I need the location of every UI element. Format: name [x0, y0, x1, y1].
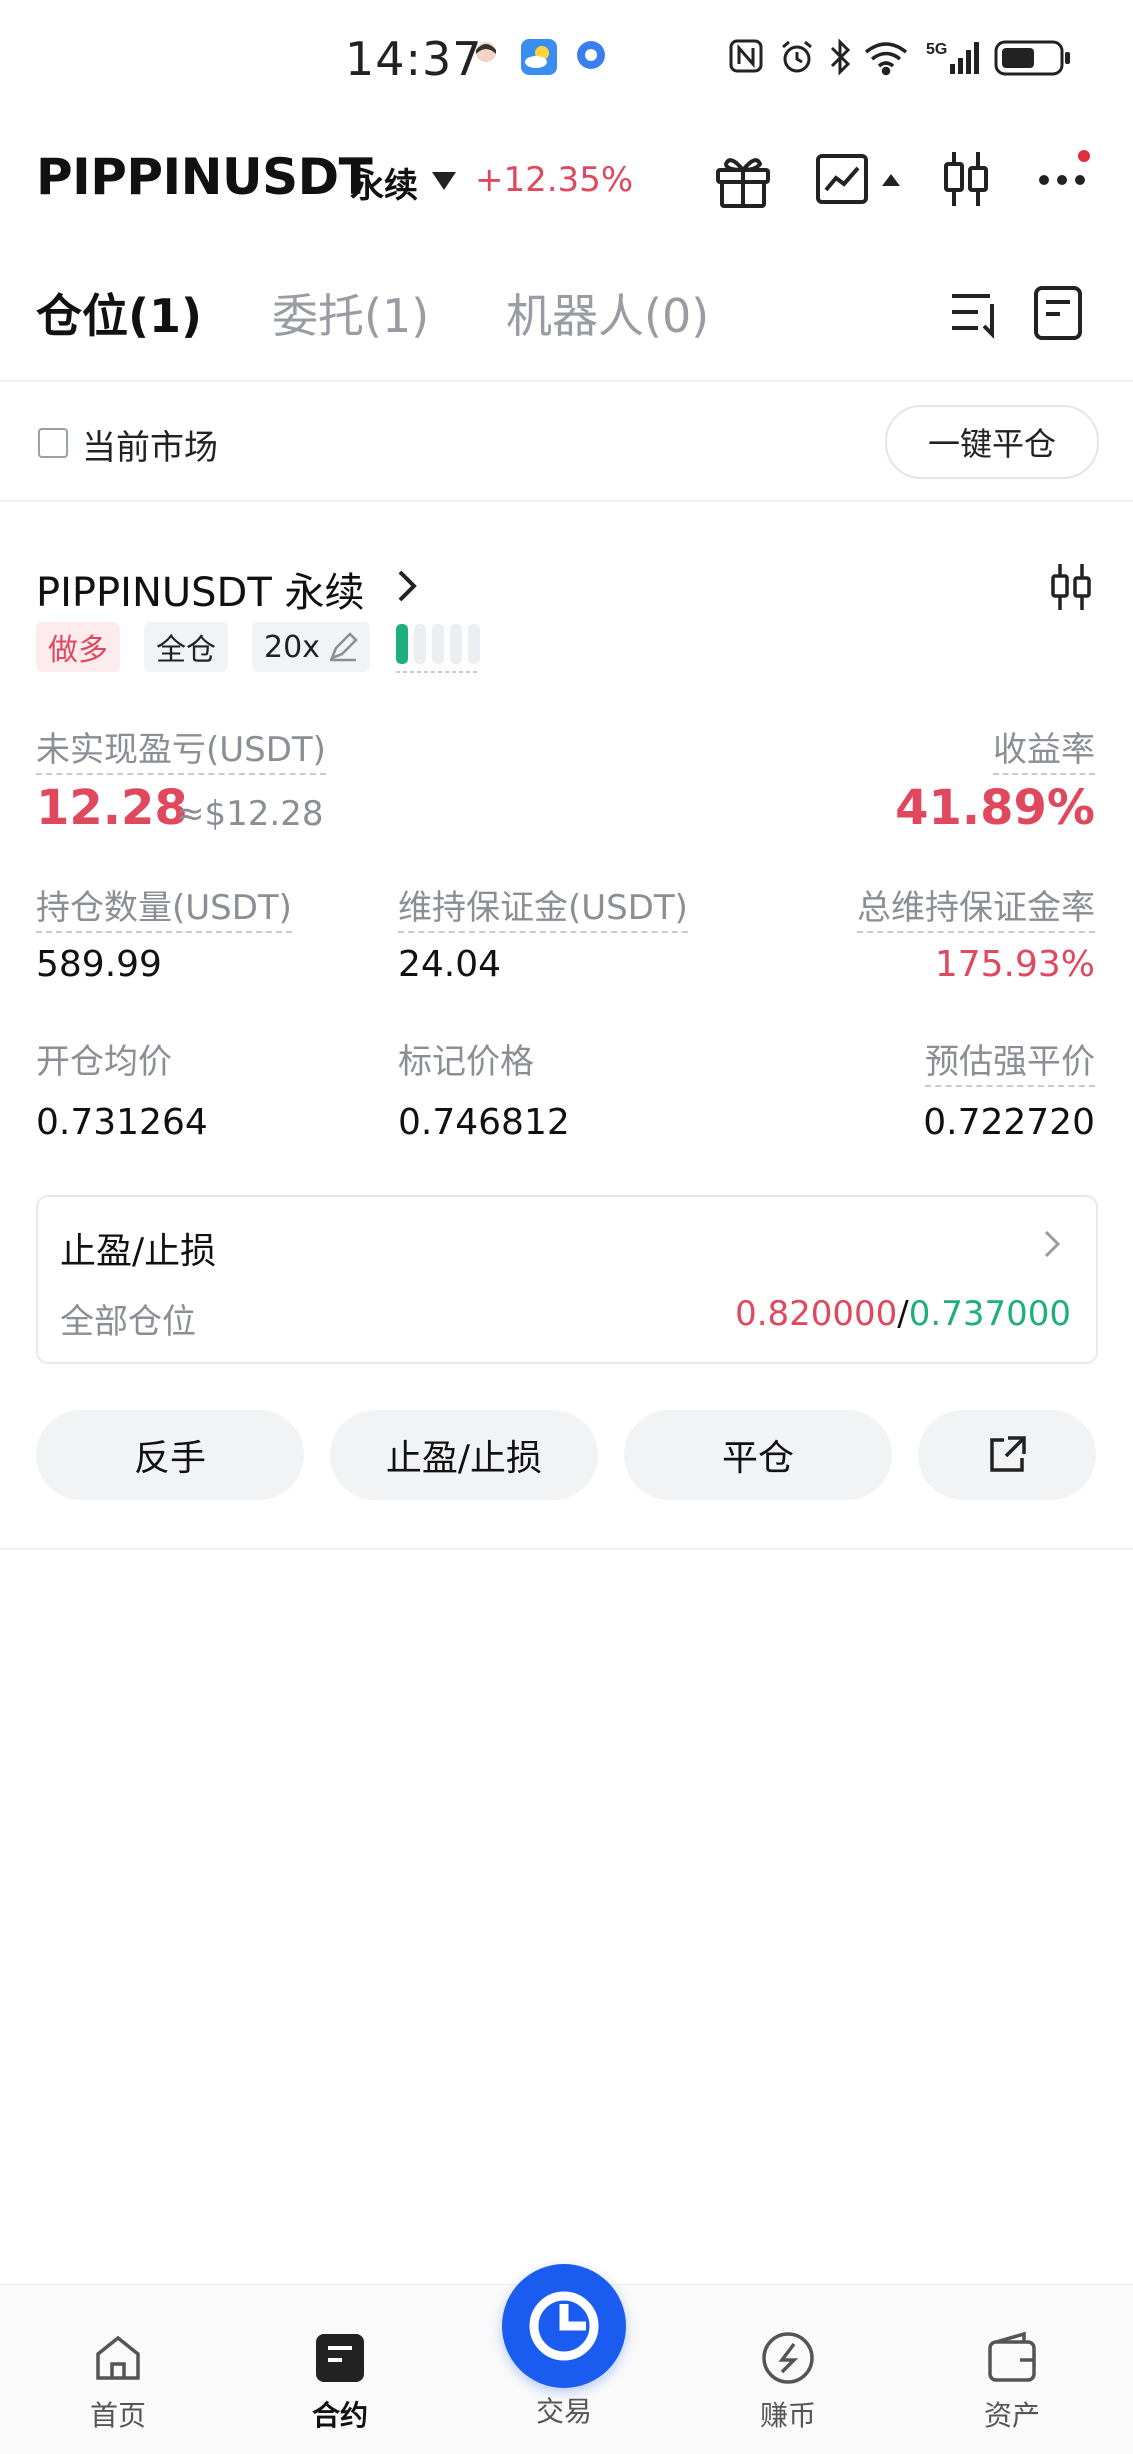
- nfc-icon: [728, 38, 764, 78]
- share-icon: [990, 1436, 1026, 1472]
- sort-icon[interactable]: [948, 288, 1004, 344]
- tab-bots[interactable]: 机器人(0): [506, 280, 709, 346]
- nav-home-label: 首页: [89, 2399, 146, 2432]
- tab-positions[interactable]: 仓位(1): [36, 280, 202, 346]
- close-all-button[interactable]: 一键平仓: [885, 405, 1099, 479]
- price-change: +12.35%: [475, 160, 634, 200]
- side-tag: 做多: [36, 622, 120, 672]
- take-profit-price: 0.820000: [735, 1294, 898, 1334]
- leverage-value: 20x: [264, 629, 320, 665]
- tpsl-chevron-icon[interactable]: [1042, 1228, 1062, 1264]
- unrealized-pnl-value: 12.28: [36, 780, 188, 836]
- tpsl-title: 止盈/止损: [60, 1231, 217, 1272]
- nav-futures-label: 合约: [311, 2399, 368, 2432]
- tpsl-button[interactable]: 止盈/止损: [330, 1410, 598, 1500]
- entry-price-label: 开仓均价: [36, 1042, 172, 1082]
- nav-earn[interactable]: 赚币: [718, 2330, 858, 2434]
- contract-type[interactable]: 永续: [350, 158, 418, 207]
- candlestick-icon[interactable]: [940, 148, 994, 214]
- home-icon: [96, 2335, 140, 2380]
- history-doc-icon[interactable]: [1032, 284, 1084, 346]
- nav-home[interactable]: 首页: [48, 2330, 188, 2434]
- current-market-checkbox[interactable]: [38, 428, 68, 458]
- tab-orders[interactable]: 委托(1): [272, 280, 429, 346]
- futures-icon: [316, 2334, 364, 2382]
- signal-5g-icon: 5G: [924, 38, 984, 80]
- liq-price-label: 预估强平价: [925, 1034, 1095, 1087]
- wallet-icon: [988, 2331, 1036, 2382]
- nav-earn-label: 赚币: [759, 2399, 816, 2432]
- size-label: 持仓数量(USDT): [36, 880, 292, 933]
- more-menu-icon[interactable]: [1036, 150, 1096, 208]
- trade-icon: [529, 2291, 599, 2361]
- bluetooth-icon: [828, 38, 852, 80]
- trade-button[interactable]: [502, 2264, 626, 2388]
- weather-icon: [520, 38, 558, 80]
- nav-futures[interactable]: 合约: [270, 2330, 410, 2434]
- tpsl-separator: /: [897, 1294, 909, 1334]
- chart-icon[interactable]: [814, 152, 872, 212]
- battery-icon: [994, 38, 1074, 80]
- tpsl-values: 0.820000/0.737000: [735, 1294, 1071, 1334]
- mark-price-label: 标记价格: [398, 1042, 534, 1082]
- alarm-icon: [778, 38, 816, 80]
- unrealized-pnl-usd: ≈$12.28: [176, 794, 324, 834]
- stop-loss-price: 0.737000: [908, 1294, 1071, 1334]
- current-market-label[interactable]: 当前市场: [82, 420, 218, 469]
- total-maint-ratio-value: 175.93%: [934, 944, 1095, 985]
- nav-trade[interactable]: 交易: [494, 2390, 634, 2430]
- svg-text:5G: 5G: [926, 41, 947, 58]
- tpsl-scope: 全部仓位: [60, 1302, 196, 1342]
- browser-icon: [574, 38, 608, 76]
- tabs-divider: [0, 380, 1133, 382]
- dropdown-triangle-icon[interactable]: [430, 170, 458, 196]
- roe-value: 41.89%: [895, 780, 1095, 836]
- maint-margin-label: 维持保证金(USDT): [398, 880, 688, 933]
- position-chart-icon[interactable]: [1048, 562, 1094, 616]
- entry-price-value: 0.731264: [36, 1102, 208, 1143]
- adl-indicator: [396, 622, 482, 678]
- status-time: 14:37: [345, 32, 483, 86]
- gift-icon[interactable]: [712, 150, 774, 214]
- filter-divider: [0, 500, 1133, 502]
- mark-price-value: 0.746812: [398, 1102, 570, 1143]
- nav-trade-label: 交易: [535, 2395, 592, 2428]
- chart-menu-triangle-icon[interactable]: [880, 172, 902, 192]
- position-title[interactable]: PIPPINUSDT 永续: [36, 560, 365, 618]
- symbol-title[interactable]: PIPPINUSDT: [36, 148, 373, 206]
- total-maint-ratio-label: 总维持保证金率: [857, 880, 1095, 933]
- card-divider: [0, 1548, 1133, 1550]
- chevron-right-icon[interactable]: [394, 566, 420, 610]
- close-position-button[interactable]: 平仓: [624, 1410, 892, 1500]
- avatar-notification-icon: [470, 38, 502, 74]
- liq-price-value: 0.722720: [923, 1102, 1095, 1143]
- earn-icon: [762, 2332, 814, 2384]
- margin-mode-tag: 全仓: [144, 622, 228, 672]
- reverse-button[interactable]: 反手: [36, 1410, 304, 1500]
- maint-margin-value: 24.04: [398, 944, 502, 985]
- wifi-icon: [862, 38, 910, 80]
- nav-assets[interactable]: 资产: [942, 2330, 1082, 2434]
- roe-label: 收益率: [993, 722, 1095, 775]
- share-button[interactable]: [918, 1410, 1096, 1500]
- nav-assets-label: 资产: [983, 2399, 1040, 2432]
- size-value: 589.99: [36, 944, 162, 985]
- edit-pencil-icon[interactable]: [328, 632, 358, 666]
- unrealized-pnl-label: 未实现盈亏(USDT): [36, 722, 326, 775]
